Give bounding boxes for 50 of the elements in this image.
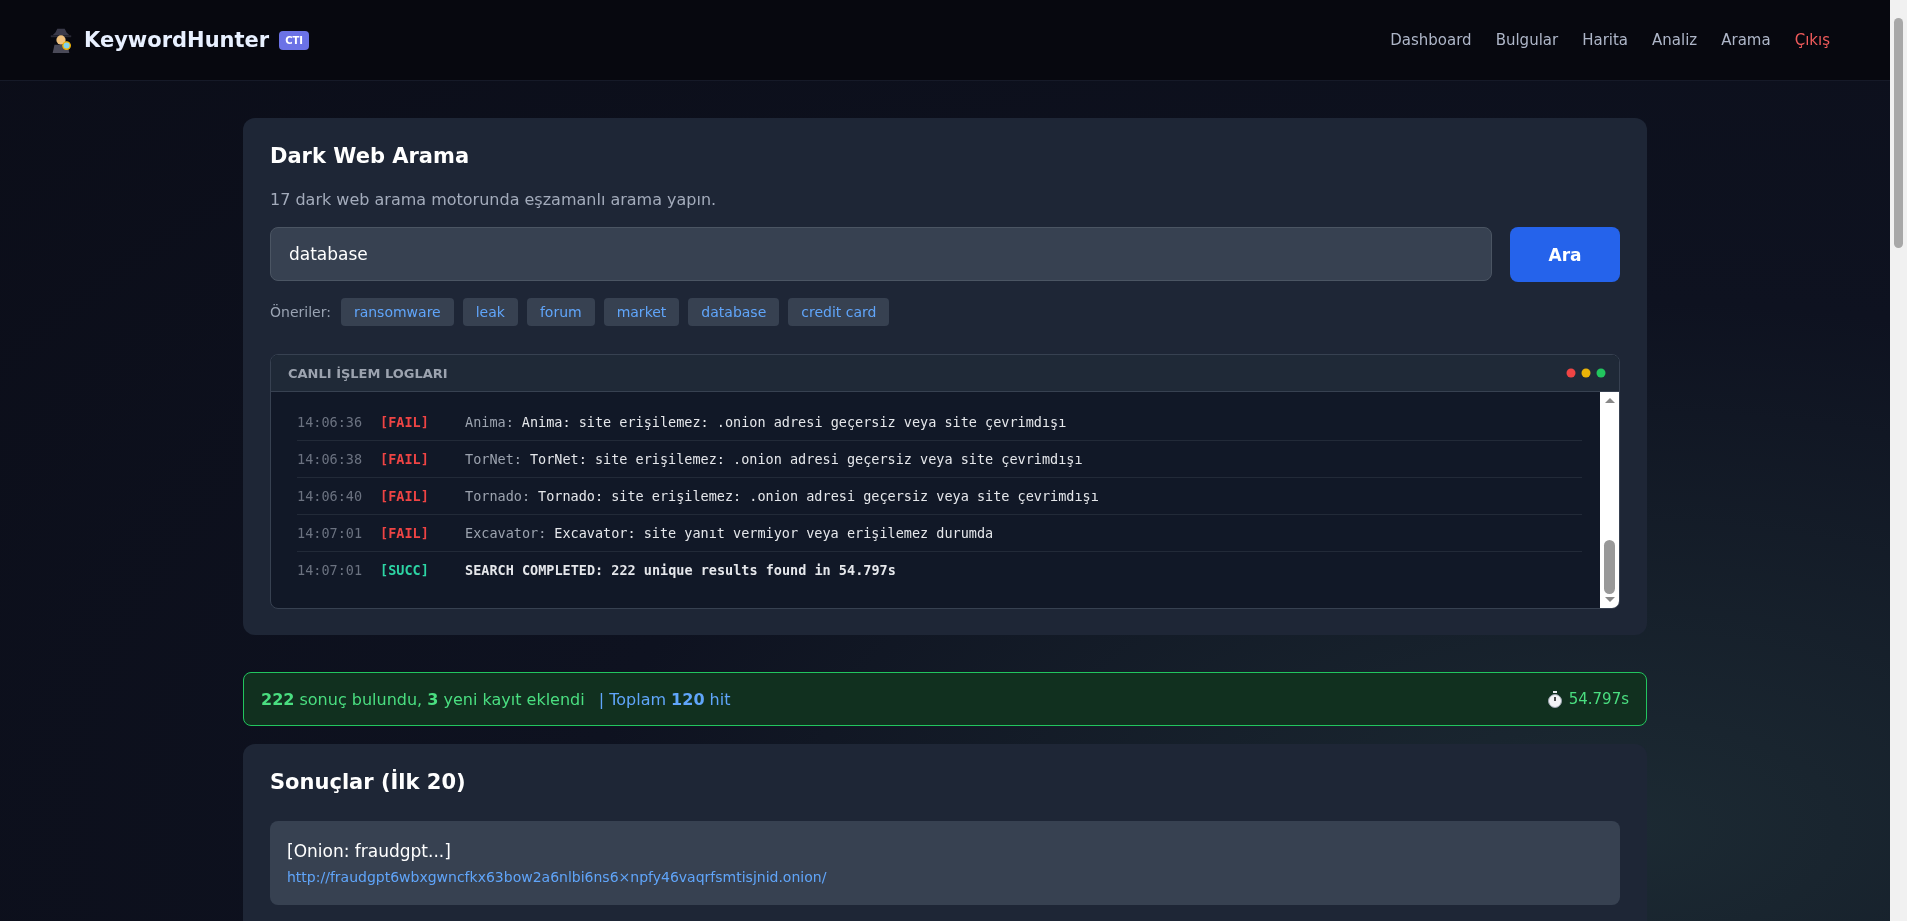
log-level: [FAIL] bbox=[380, 525, 430, 541]
brand-badge: CTI bbox=[279, 30, 310, 50]
suggestion-chip[interactable]: market bbox=[603, 298, 680, 326]
log-scrollbar[interactable] bbox=[1600, 392, 1619, 608]
search-field[interactable]: database bbox=[270, 227, 1492, 281]
stopwatch-icon bbox=[1546, 690, 1563, 708]
log-message: Anima: site erişilemez: .onion adresi geçersiz veya site çevrimdışı bbox=[521, 414, 1067, 430]
nav-link[interactable]: Arama bbox=[1721, 31, 1771, 49]
log-level: [FAIL] bbox=[380, 451, 430, 467]
log-source: TorNet: bbox=[465, 451, 522, 467]
window-dots-icon bbox=[1566, 368, 1606, 378]
brand-name: KeywordHunter bbox=[84, 28, 270, 52]
log-time: 14:06:40 bbox=[297, 488, 364, 504]
suggestion-chip[interactable]: ransomware bbox=[340, 298, 454, 326]
log-level: [SUCC] bbox=[380, 562, 430, 578]
log-time: 14:06:36 bbox=[297, 414, 364, 430]
nav-link[interactable]: Çıkış bbox=[1794, 31, 1830, 49]
log-time: 14:06:38 bbox=[297, 451, 364, 467]
log-level: [FAIL] bbox=[380, 414, 430, 430]
log-message: Excavator: site yanıt vermiyor veya erişilemez durumda bbox=[554, 525, 994, 541]
elapsed-time: 54.797s bbox=[1568, 690, 1629, 708]
summary-found: 222 sonuç bulundu, 3 yeni kayıt eklendi bbox=[261, 689, 585, 709]
log-message: Tornado: site erişilemez: .onion adresi geçersiz veya site çevrimdışı bbox=[538, 488, 1099, 504]
log-time: 14:07:01 bbox=[297, 562, 364, 578]
nav-link[interactable]: Bulgular bbox=[1495, 31, 1559, 49]
nav-link[interactable]: Harita bbox=[1582, 31, 1629, 49]
log-time: 14:07:01 bbox=[297, 525, 364, 541]
suggestion-chip[interactable]: database bbox=[688, 298, 780, 326]
nav-link[interactable]: Analiz bbox=[1652, 31, 1698, 49]
suggestions-label: Öneriler: bbox=[270, 304, 331, 320]
log-source: Anima: bbox=[465, 414, 514, 430]
suggestion-chip[interactable]: leak bbox=[462, 298, 518, 326]
log-message: TorNet: site erişilemez: .onion adresi geçersiz veya site çevrimdışı bbox=[529, 451, 1083, 467]
suggestion-chip[interactable]: credit card bbox=[788, 298, 890, 326]
card-title: Sonuçlar (İlk 20) bbox=[270, 770, 467, 794]
nav-link[interactable]: Dashboard bbox=[1390, 31, 1472, 49]
suggestion-chip[interactable]: forum bbox=[526, 298, 595, 326]
log-level: [FAIL] bbox=[380, 488, 430, 504]
summary-total: | Toplam 120 hit bbox=[598, 689, 731, 709]
result-link[interactable]: http://fraudgpt6wbxgwncfkx63bow2a6nlbi6ns6×npfy46vaqrfsmtisjnid.onion/ bbox=[287, 869, 1603, 885]
log-source: Excavator: bbox=[465, 525, 547, 541]
log-message: SEARCH COMPLETED: 222 unique results found in 54.797s bbox=[465, 562, 896, 578]
subtitle: 17 dark web arama motorunda eşzamanlı arama yapın. bbox=[270, 190, 718, 209]
detective-icon bbox=[48, 26, 74, 54]
search-button[interactable]: Ara bbox=[1510, 227, 1620, 282]
card-title: Dark Web Arama bbox=[270, 144, 471, 168]
result-title: [Onion: fraudgpt...] bbox=[287, 841, 452, 861]
log-source: Tornado: bbox=[465, 488, 531, 504]
log-title: CANLI İŞLEM LOGLARI bbox=[288, 365, 448, 381]
page-scrollbar[interactable] bbox=[1890, 0, 1907, 921]
